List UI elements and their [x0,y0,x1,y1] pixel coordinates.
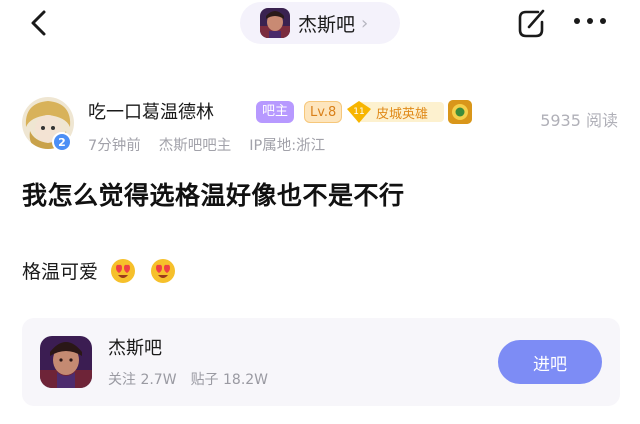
forum-title-pill[interactable]: 杰斯吧 › [240,2,400,44]
heart-eyes-emoji [111,258,136,283]
enter-forum-button[interactable]: 进吧 [498,340,602,384]
forum-card-stats: 关注 2.7W 贴子 18.2W [108,369,268,389]
forum-avatar-small [260,8,290,38]
post-count: 贴子 18.2W [190,372,269,388]
heart-eyes-emoji [151,258,176,283]
forum-card-name: 杰斯吧 [108,338,162,359]
author-name[interactable]: 吃一口葛温德林 [88,98,214,124]
forum-avatar [40,336,92,388]
post-time: 7分钟前 [88,138,141,154]
hero-title-text: 皮城英雄 [376,107,429,122]
back-chevron-icon[interactable] [22,6,56,40]
post-meta: 7分钟前 杰斯吧吧主 IP属地:浙江 [88,134,325,155]
more-dots-icon[interactable] [572,14,608,28]
top-bar: 杰斯吧 › [0,0,640,48]
hero-level-number: 11 [353,107,364,117]
post-body-text: 格温可爱 [22,261,99,283]
forum-card[interactable]: 杰斯吧 关注 2.7W 贴子 18.2W 进吧 [22,318,620,406]
author-verified-badge: 2 [52,132,72,152]
post-body: 格温可爱 [22,257,176,284]
medal-icon [448,100,472,124]
level-tag: Lv.8 [304,101,343,123]
view-count: 5935 阅读 [540,111,618,130]
post-title: 我怎么觉得选格温好像也不是不行 [22,181,405,210]
owner-tag: 吧主 [256,101,295,123]
diamond-level-icon: 11 [347,101,371,123]
author-role: 杰斯吧吧主 [158,138,232,154]
hero-title-tag: 11 皮城英雄 [346,100,444,124]
share-edit-icon[interactable] [514,6,548,40]
follower-count: 关注 2.7W [108,372,177,388]
ip-location: IP属地:浙江 [249,138,326,154]
chevron-right-icon: › [361,12,369,34]
forum-title: 杰斯吧 [298,13,356,36]
